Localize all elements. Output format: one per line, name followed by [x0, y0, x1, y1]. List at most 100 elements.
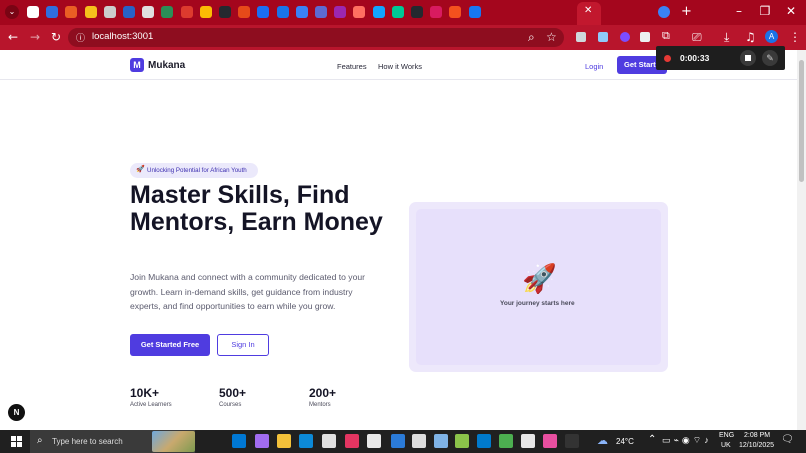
recording-indicator-icon	[664, 55, 671, 62]
tab-favicon-icon[interactable]	[411, 6, 423, 18]
get-started-free-button[interactable]: Get Started Free	[130, 334, 210, 356]
site-info-icon[interactable]: ⓘ	[76, 31, 85, 44]
clock-date[interactable]: 12/10/2025	[739, 442, 774, 449]
taskbar-figma-icon[interactable]	[543, 434, 557, 448]
tab-favicon-icon[interactable]	[468, 6, 481, 18]
rocket-icon: 🚀	[136, 166, 145, 173]
stat-label: Courses	[219, 402, 242, 408]
windows-start-icon[interactable]	[11, 436, 22, 447]
taskbar-app-icon[interactable]	[521, 434, 535, 448]
taskbar-file-explorer-icon[interactable]	[277, 434, 291, 448]
tab-favicon-icon[interactable]	[27, 6, 39, 18]
taskbar-search-icon: ⌕	[37, 435, 43, 446]
tab-favicon-icon[interactable]	[430, 6, 443, 18]
taskbar-app-icon[interactable]	[412, 434, 426, 448]
taskbar-sourcetree-icon[interactable]	[455, 434, 469, 448]
stop-recording-button[interactable]	[740, 50, 756, 66]
clock-time[interactable]: 2:08 PM	[744, 432, 770, 439]
extension-icon[interactable]	[598, 32, 608, 42]
weather-icon: ☁	[597, 435, 608, 447]
taskbar-vscode-icon[interactable]	[391, 434, 405, 448]
taskbar-vivaldi-icon[interactable]	[345, 434, 359, 448]
taskbar-app-icon[interactable]	[499, 434, 513, 448]
extension-icon[interactable]	[576, 32, 586, 42]
taskbar-copilot-icon[interactable]	[255, 434, 269, 448]
tab-favicon-icon[interactable]	[372, 6, 385, 18]
tab-search-icon[interactable]: ⌄	[5, 5, 19, 19]
taskbar-terminal-icon[interactable]	[565, 434, 579, 448]
bookmark-star-icon[interactable]: ☆	[546, 30, 557, 44]
puzzle-icon[interactable]: ⧉	[662, 30, 670, 43]
taskbar-chrome-icon[interactable]	[322, 434, 336, 448]
tab-favicon-icon[interactable]	[161, 6, 174, 18]
hero-card-caption: Your journey starts here	[500, 300, 575, 307]
tab-favicon-icon[interactable]	[353, 6, 366, 18]
search-highlight-image	[152, 431, 195, 452]
windows-logo-pane	[11, 436, 16, 441]
scrollbar-thumb[interactable]	[799, 60, 804, 182]
nextjs-dev-badge[interactable]: N	[8, 404, 25, 421]
kebab-menu-icon[interactable]: ⋮	[789, 30, 801, 44]
extension-icon[interactable]	[640, 32, 650, 42]
tab-favicon-icon[interactable]	[449, 6, 462, 18]
new-tab-icon[interactable]: +	[681, 4, 692, 19]
notifications-icon[interactable]: 🗨	[781, 434, 794, 445]
nav-divider	[0, 79, 797, 80]
hero-description: Join Mukana and connect with a community…	[130, 272, 366, 312]
download-icon[interactable]: ⤓	[724, 30, 729, 45]
tab-favicon-icon[interactable]	[123, 6, 135, 18]
language-code[interactable]: ENG	[719, 432, 734, 439]
nav-link-how-it-works[interactable]: How it Works	[378, 62, 422, 71]
sign-in-button[interactable]: Sign In	[217, 334, 269, 356]
recording-timer: 0:00:33	[680, 53, 710, 63]
forward-icon[interactable]: →	[30, 30, 40, 44]
tab-favicon-icon[interactable]	[334, 6, 347, 18]
back-icon[interactable]: ←	[8, 30, 18, 44]
tab-favicon-icon[interactable]	[276, 6, 289, 18]
taskbar-task-view-icon[interactable]	[207, 434, 221, 448]
rocket-illustration-icon: 🚀	[522, 263, 557, 294]
brand-name[interactable]: Mukana	[148, 60, 185, 71]
language-region[interactable]: UK	[721, 442, 731, 449]
tab-favicon-icon[interactable]	[295, 6, 308, 18]
tab-favicon-icon[interactable]	[142, 6, 155, 18]
logo-mark[interactable]: M	[130, 58, 144, 72]
taskbar-vscode-icon[interactable]	[477, 434, 491, 448]
tab-favicon-icon[interactable]	[315, 6, 327, 18]
tab-favicon-icon[interactable]	[257, 6, 270, 18]
profile-avatar[interactable]: A	[765, 30, 778, 43]
taskbar-search-placeholder[interactable]: Type here to search	[52, 437, 123, 446]
tab-favicon-icon[interactable]	[180, 6, 193, 18]
tab-favicon-icon[interactable]	[46, 6, 59, 18]
address-url[interactable]: localhost:3001	[92, 31, 153, 42]
tray-chevron-icon[interactable]: ⌃	[648, 434, 656, 445]
tab-favicon-icon[interactable]	[219, 6, 231, 18]
mic-muted-icon[interactable]: ✎	[762, 50, 778, 66]
tray-icons[interactable]: ▭⌁◉⌔♪	[662, 435, 712, 446]
tab-favicon-icon[interactable]	[199, 6, 212, 18]
windows-logo-pane	[17, 442, 22, 447]
taskbar-edge-icon[interactable]	[299, 434, 313, 448]
tab-favicon-icon[interactable]	[391, 6, 404, 18]
tab-favicon-icon[interactable]	[65, 6, 78, 18]
taskbar-notepad-icon[interactable]	[434, 434, 448, 448]
close-window-icon[interactable]: ✕	[776, 4, 806, 18]
hero-badge-text: Unlocking Potential for African Youth	[147, 167, 247, 174]
extension-icon[interactable]	[620, 32, 630, 42]
nav-link-features[interactable]: Features	[337, 62, 367, 71]
taskbar-dev-tool-icon[interactable]	[367, 434, 381, 448]
hero-heading: Master Skills, Find Mentors, Earn Money	[130, 181, 383, 236]
tab-favicon-icon[interactable]	[238, 6, 251, 18]
tab-close-icon[interactable]: ✕	[584, 5, 592, 16]
zoom-icon[interactable]: ⌕	[528, 30, 535, 45]
taskbar-store-icon[interactable]	[232, 434, 246, 448]
login-link[interactable]: Login	[585, 62, 603, 71]
extension-icons[interactable]: ⧉	[574, 30, 684, 44]
reload-icon[interactable]: ↻	[51, 30, 61, 44]
screenshot-icon[interactable]: ⎚	[692, 30, 702, 45]
tab-favicon-icon[interactable]	[103, 6, 116, 18]
tab-favicon-icon[interactable]	[84, 6, 97, 18]
media-icon[interactable]: ♫	[745, 30, 756, 44]
weather-temp[interactable]: 24°C	[616, 437, 634, 446]
tab-favicon-icon[interactable]	[658, 6, 670, 18]
